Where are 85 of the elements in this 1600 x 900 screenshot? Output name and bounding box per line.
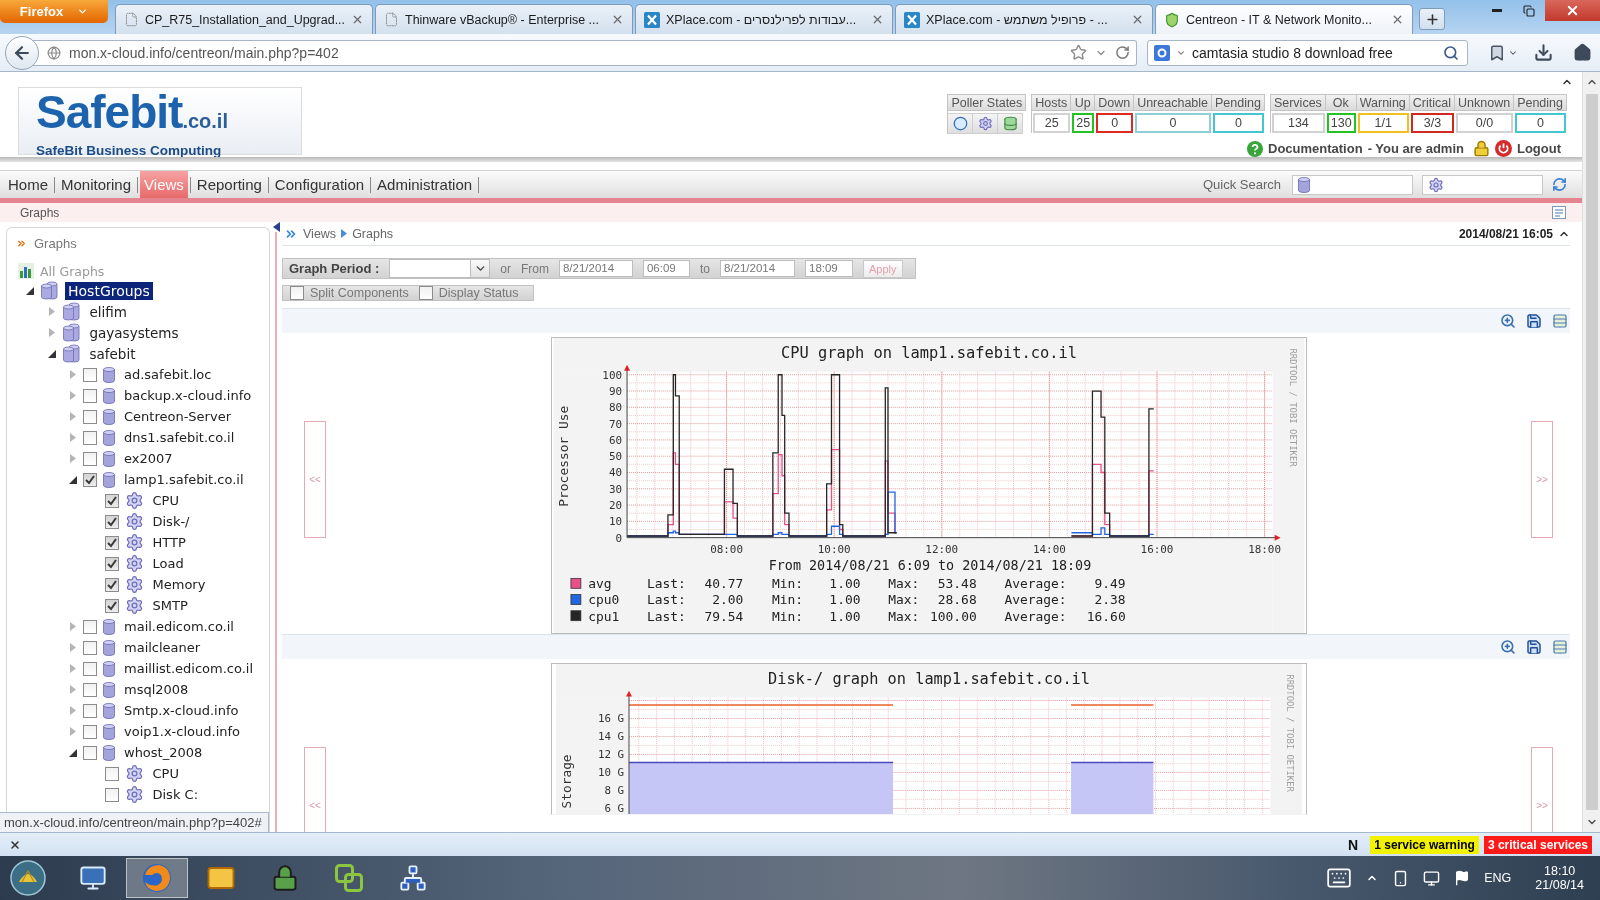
x-tick-label: 16:00 [1140, 542, 1173, 556]
panel-title: Graphs [34, 235, 77, 251]
to-label: to [699, 261, 710, 276]
checkbox-label: Split Components [310, 286, 409, 300]
status-header: Unknown [1455, 94, 1515, 111]
credit-text: RRDTOOL / TOBI OETIKER [1287, 348, 1298, 467]
y-tick-label: 90 [608, 385, 622, 398]
chart-title: Disk-/ graph on lamp1.safebit.co.il [767, 669, 1090, 688]
y-tick-label: 14 G [597, 730, 624, 744]
y-tick-label: 16 G [597, 712, 624, 726]
legend-value: 1.00 [828, 576, 860, 592]
from-label: From [520, 261, 549, 276]
legend-value: 2.00 [711, 592, 743, 608]
legend-label: Last: [646, 576, 686, 592]
y-tick-label: 6 G [603, 802, 624, 815]
axis-label: Storage [558, 754, 574, 809]
y-tick-label: 12 G [597, 748, 624, 762]
y-tick-label: 30 [608, 482, 622, 496]
logo-tagline: SafeBit Business Computing [36, 143, 223, 159]
legend-name: cpu0 [587, 592, 619, 608]
y-tick-label: 10 G [597, 766, 624, 780]
legend-value: 53.48 [937, 576, 977, 592]
credit-text: RRDTOOL / TOBI OETIKER [1284, 674, 1295, 792]
y-tick-label: 0 [615, 531, 622, 545]
status-header: Ok [1325, 94, 1357, 111]
status-header: Pending [1514, 94, 1567, 111]
x-tick-label: 10:00 [817, 542, 851, 556]
y-tick-label: 80 [608, 401, 622, 415]
legend-label: Max: [887, 608, 919, 624]
status-header: Services [1270, 94, 1326, 111]
breadcrumb-current: Graphs [352, 226, 394, 241]
y-tick-label: 8 G [603, 784, 624, 798]
legend-label: Max: [887, 592, 919, 608]
user-text: - You are admin [1367, 141, 1464, 156]
legend-label: Last: [646, 608, 686, 624]
legend-value: 28.68 [937, 592, 977, 608]
status-url-text: mon.x-cloud.info/centreon/main.php?p=402# [0, 812, 269, 832]
legend-value: 40.77 [703, 576, 743, 592]
legend-label: Min: [771, 608, 803, 624]
legend-label: Min: [771, 576, 803, 592]
badge-text: N [1348, 836, 1359, 853]
y-tick-label: 10 [608, 515, 622, 529]
status-header: Hosts [1032, 94, 1072, 111]
x-tick-label: 08:00 [709, 542, 743, 556]
status-header: Down [1095, 94, 1135, 111]
logo-text: Safebit.co.il [36, 90, 229, 140]
period-label: Graph Period : [289, 261, 380, 276]
legend-value: 1.00 [828, 592, 860, 608]
status-header: Unreachable [1134, 94, 1213, 111]
legend-label: Average: [1004, 608, 1067, 624]
or-text: or [500, 261, 511, 276]
status-header: Up [1071, 94, 1096, 111]
x-tick-label: 12:00 [924, 542, 958, 556]
date-time-text: 2014/08/21 16:05 [1458, 226, 1553, 241]
y-tick-label: 70 [608, 417, 622, 431]
status-header: Warning [1356, 94, 1410, 111]
y-tick-label: 100 [601, 368, 622, 382]
y-tick-label: 50 [608, 450, 622, 464]
axis-label: Processor Use [555, 405, 571, 507]
legend-value: 1.00 [828, 608, 860, 624]
legend-value: 9.49 [1094, 576, 1126, 592]
section-title: Graphs [20, 205, 60, 220]
y-tick-label: 60 [608, 433, 622, 447]
period-caption: From 2014/08/21 6:09 to 2014/08/21 18:09 [768, 558, 1091, 574]
legend-value: 79.54 [703, 608, 743, 624]
chart-title: CPU graph on lamp1.safebit.co.il [780, 343, 1077, 362]
checkbox-label: Display Status [438, 286, 519, 300]
legend-label: Min: [771, 592, 803, 608]
status-header: Critical [1409, 94, 1455, 111]
status-header: Poller States [948, 94, 1027, 111]
status-header: Pending [1212, 94, 1265, 111]
y-tick-label: 40 [608, 466, 622, 480]
legend-label: Average: [1004, 592, 1067, 608]
legend-value: 2.38 [1094, 592, 1126, 608]
x-tick-label: 14:00 [1032, 542, 1066, 556]
legend-value: 100.00 [929, 608, 977, 624]
legend-label: Last: [646, 592, 686, 608]
quick-search-label: Quick Search [1202, 177, 1281, 192]
legend-name: avg [587, 576, 612, 592]
y-tick-label: 20 [608, 499, 622, 513]
legend-value: 16.60 [1086, 608, 1126, 624]
legend-label: Average: [1004, 576, 1067, 592]
legend-label: Max: [887, 576, 919, 592]
x-tick-label: 18:00 [1247, 542, 1281, 556]
legend-name: cpu1 [587, 608, 619, 624]
